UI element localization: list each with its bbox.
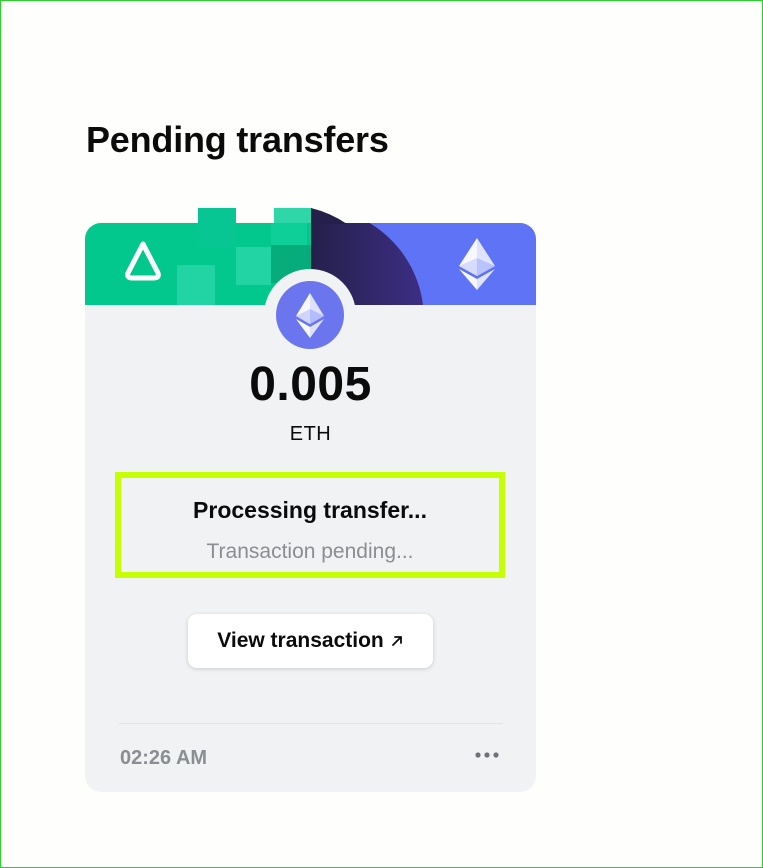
status-title: Processing transfer... bbox=[193, 497, 427, 523]
more-options-button[interactable] bbox=[471, 743, 503, 767]
ethereum-icon bbox=[459, 238, 495, 290]
pending-transfer-card: 0.005 ETH Processing transfer... Transac… bbox=[85, 223, 536, 792]
card-divider bbox=[119, 723, 503, 724]
status-subtitle: Transaction pending... bbox=[206, 540, 414, 563]
page-title: Pending transfers bbox=[86, 119, 389, 160]
transfer-status: Processing transfer... Transaction pendi… bbox=[115, 472, 505, 578]
arbitrum-style-a-icon bbox=[125, 241, 161, 281]
token-badge bbox=[276, 281, 344, 349]
transfer-amount: 0.005 bbox=[249, 358, 372, 411]
view-transaction-label: View transaction bbox=[217, 629, 384, 652]
dark-arc-overflow bbox=[311, 208, 347, 224]
transfer-unit: ETH bbox=[289, 423, 332, 445]
more-horizontal-icon bbox=[475, 752, 499, 758]
arrow-up-right-icon bbox=[391, 636, 402, 646]
view-transaction-button[interactable]: View transaction bbox=[188, 614, 433, 668]
transfer-time: 02:26 AM bbox=[120, 747, 208, 769]
ethereum-icon bbox=[296, 293, 324, 338]
